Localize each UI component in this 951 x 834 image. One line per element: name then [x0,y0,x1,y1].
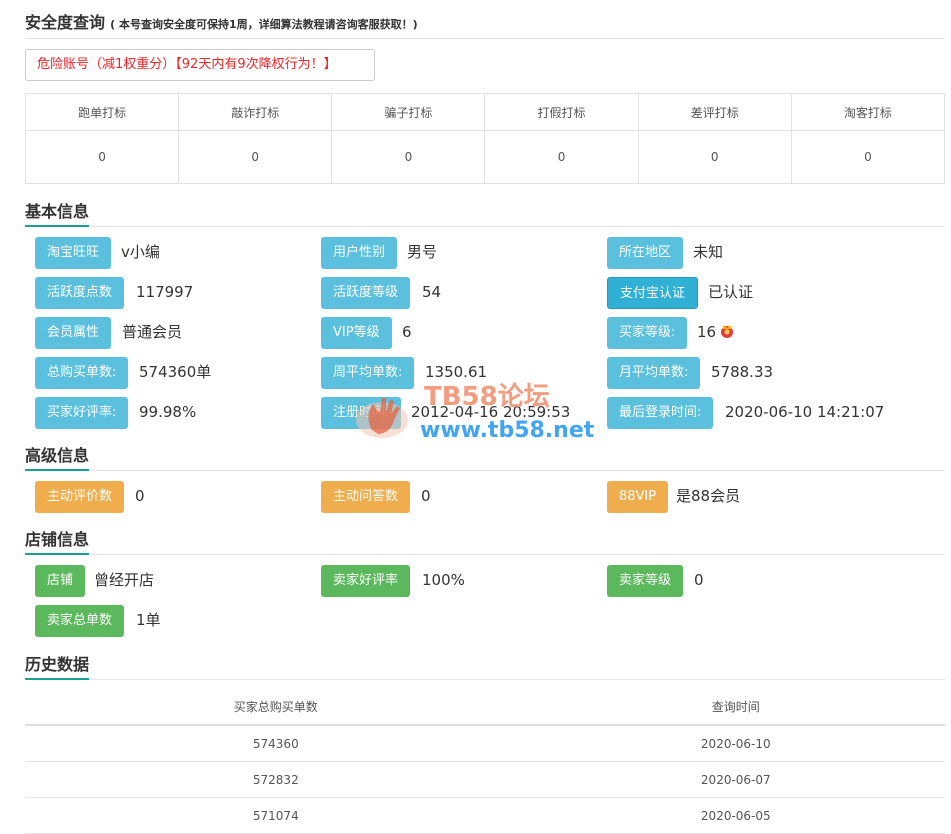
basic-info-title: 基本信息 [25,202,90,221]
advanced-info-title: 高级信息 [25,446,90,465]
wangwang-label: 淘宝旺旺 [35,237,112,269]
total-orders-value: 574360单 [139,363,212,381]
alipay-verify-value: 已认证 [708,283,754,301]
table-header: 打假打标 [484,93,639,131]
security-marks-table: 跑单打标 敲诈打标 骗子打标 打假打标 差评打标 淘客打标 0 0 0 0 0 … [24,93,946,184]
buyer-rating-label: 买家好评率: [35,397,129,429]
activity-points-label: 活跃度点数 [35,277,125,309]
table-cell: 0 [637,130,792,184]
buyer-level-value: 16 [697,323,717,341]
seller-orders-value: 1单 [136,611,161,629]
security-header: 安全度查询 ( 本号查询安全度可保持1周，详细算法教程请咨询客服获取！) [25,9,418,33]
security-note: ( 本号查询安全度可保持1周，详细算法教程请咨询客服获取！) [110,18,418,31]
divider [25,38,945,39]
section-accent [25,225,89,227]
table-cell: 574360 [25,725,527,762]
buyer-rating-value: 99.98% [139,403,197,421]
section-accent [25,553,89,555]
monthly-avg-label: 月平均单数: [607,357,701,389]
seller-rating-value: 100% [422,571,465,589]
active-review-value: 0 [135,487,145,505]
weekly-avg-label: 周平均单数: [321,357,415,389]
table-cell: 0 [178,130,333,184]
wangwang-value: v小编 [121,243,160,261]
info-row: 淘宝旺旺 v小编 用户性别 男号 所在地区 未知 [35,237,935,269]
total-orders-label: 总购买单数: [35,357,129,389]
region-value: 未知 [693,243,724,261]
info-row: 主动评价数 0 主动问答数 0 88VIP 是88会员 [35,481,935,513]
table-header: 买家总购买单数 [25,688,527,726]
section-accent [25,678,89,680]
watermark-url: www.tb58.net [420,418,595,443]
active-review-label: 主动评价数 [35,481,125,513]
activity-points-value: 117997 [136,283,194,301]
table-cell: 0 [331,130,486,184]
alipay-verify-label: 支付宝认证 [607,277,699,309]
vip-level-value: 6 [402,323,412,341]
info-row: 活跃度点数 117997 活跃度等级 54 支付宝认证 已认证 [35,277,935,309]
activity-level-value: 54 [422,283,442,301]
info-row: 会员属性 普通会员 VIP等级 6 买家等级: 16 [35,317,935,349]
vip-level-label: VIP等级 [321,317,392,349]
divider [25,226,945,227]
table-cell: 571074 [25,797,527,834]
region-label: 所在地区 [607,237,684,269]
table-cell: 2020-06-10 [526,725,945,762]
table-cell: 572832 [25,761,527,798]
hand-logo-icon [352,390,416,442]
table-header: 骗子打标 [331,93,486,131]
table-cell: 2020-06-05 [526,797,945,834]
table-header: 跑单打标 [24,93,180,131]
last-login-label: 最后登录时间: [607,397,714,429]
section-accent [25,469,89,471]
table-cell: 0 [484,130,639,184]
activity-level-label: 活跃度等级 [321,277,411,309]
vip88-value: 是88会员 [676,487,741,505]
shop-info-title: 店铺信息 [25,530,90,549]
table-header: 淘客打标 [790,93,946,131]
history-table: 买家总购买单数 查询时间 574360 2020-06-10 572832 20… [25,688,945,834]
seller-level-label: 卖家等级 [607,565,684,597]
table-row: 572832 2020-06-07 [25,761,945,798]
table-header: 敲诈打标 [178,93,333,131]
info-row: 店铺 曾经开店 卖家好评率 100% 卖家等级 0 [35,565,935,597]
table-cell: 0 [790,130,946,184]
member-type-value: 普通会员 [122,323,183,341]
shop-label: 店铺 [35,565,86,597]
last-login-value: 2020-06-10 14:21:07 [725,403,885,421]
table-header: 查询时间 [526,688,945,726]
gender-label: 用户性别 [321,237,398,269]
divider [25,554,945,555]
table-row: 571074 2020-06-05 [25,797,945,834]
shop-value: 曾经开店 [94,571,155,589]
seller-orders-label: 卖家总单数 [35,605,125,637]
security-title: 安全度查询 [25,13,106,32]
buyer-level-label: 买家等级: [607,317,688,349]
danger-alert: 危险账号（减1权重分）【92天内有9次降权行为！】 [25,49,375,81]
gender-value: 男号 [407,243,438,261]
seller-rating-label: 卖家好评率 [321,565,411,597]
table-cell: 0 [24,130,180,184]
watermark-brand: TB58论坛 [424,382,550,412]
table-row: 574360 2020-06-10 [25,725,945,762]
active-qa-value: 0 [421,487,431,505]
active-qa-label: 主动问答数 [321,481,411,513]
table-header: 差评打标 [637,93,792,131]
vip88-label: 88VIP [607,481,669,513]
monthly-avg-value: 5788.33 [711,363,774,381]
crown-badge-icon [719,323,735,339]
member-type-label: 会员属性 [35,317,112,349]
history-title: 历史数据 [25,655,90,674]
divider [25,470,945,471]
table-cell: 2020-06-07 [526,761,945,798]
seller-level-value: 0 [694,571,704,589]
info-row: 卖家总单数 1单 [35,605,935,637]
divider [25,679,945,680]
